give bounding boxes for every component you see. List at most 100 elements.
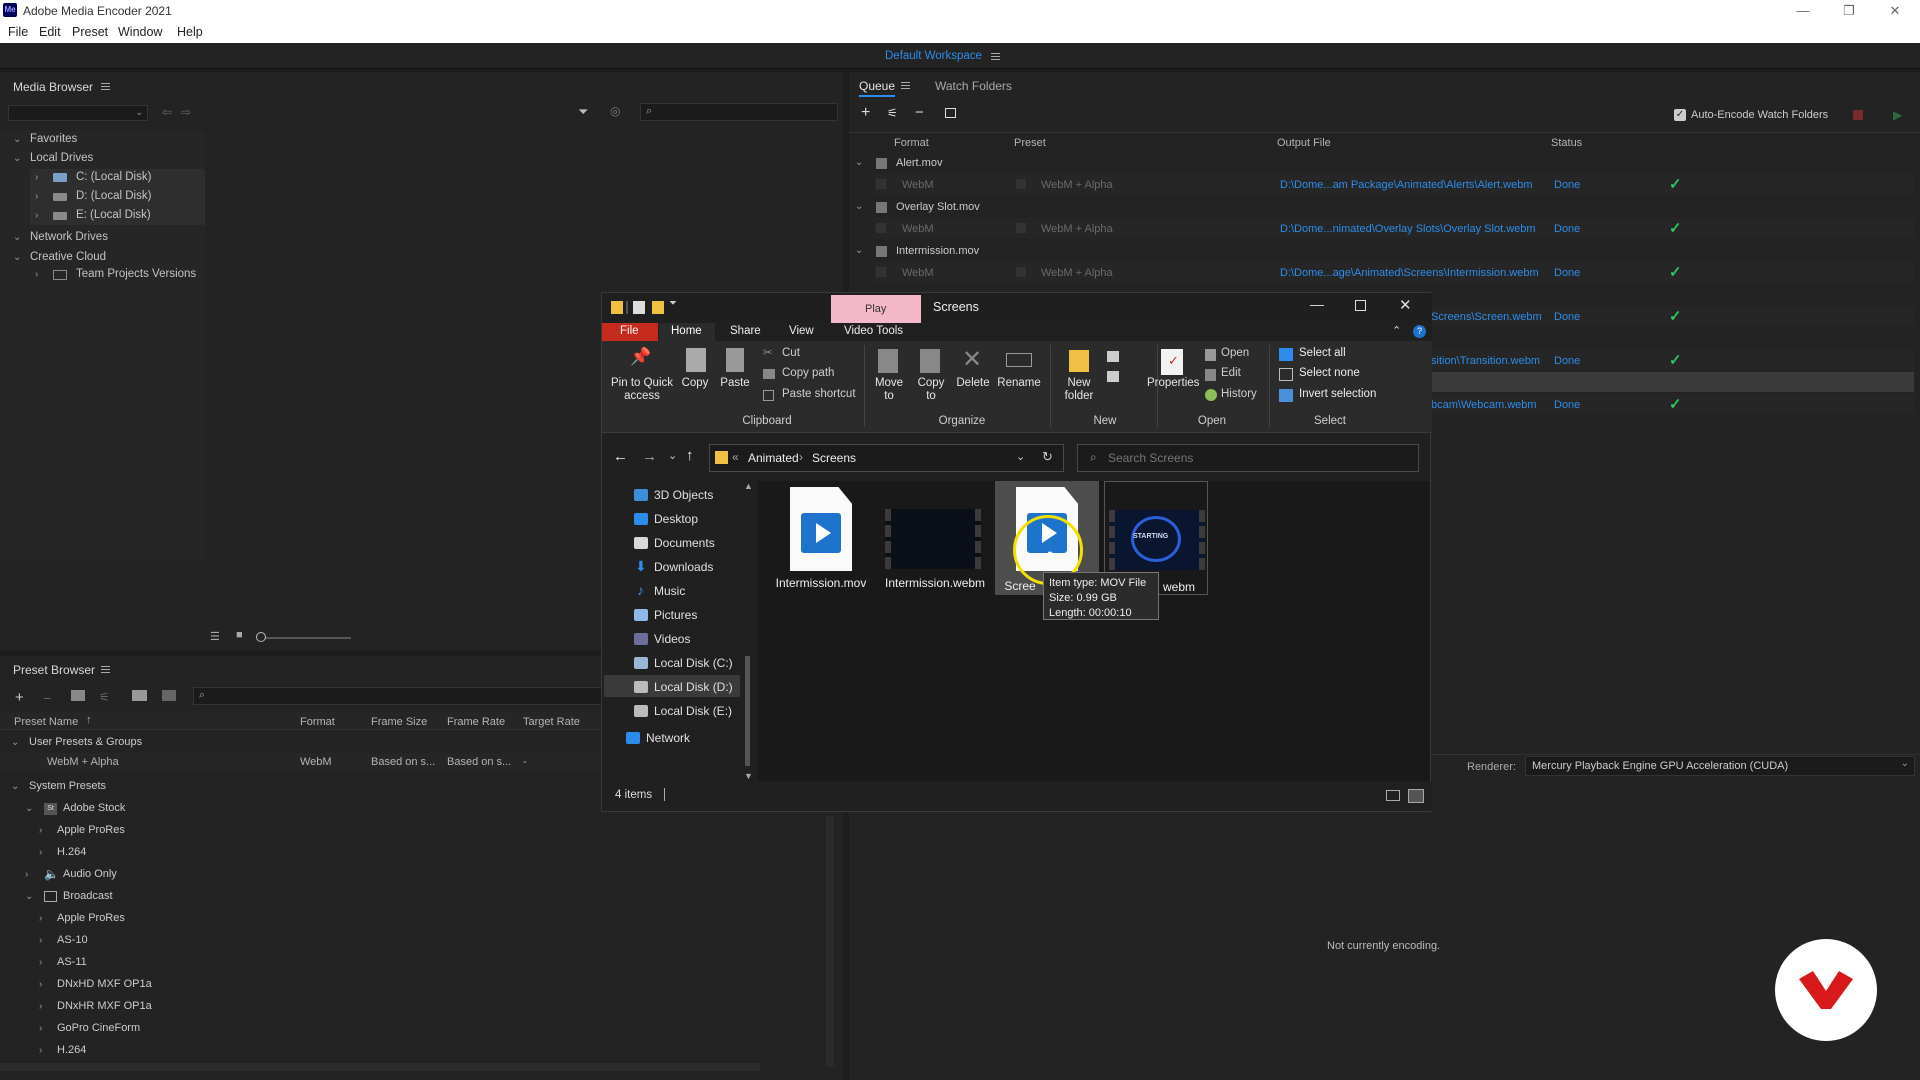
file-item[interactable]: Intermission.webm [885, 485, 985, 609]
nav-downloads[interactable]: Downloads [654, 560, 713, 574]
nav-scrollbar[interactable]: ▲ ▼ [742, 481, 754, 781]
chevron-icon[interactable]: ⌄ [13, 134, 21, 145]
horizontal-scrollbar[interactable] [0, 1063, 760, 1071]
new-item-icon[interactable] [1107, 351, 1119, 362]
workspace-label[interactable]: Default Workspace [885, 50, 982, 62]
queue-output-file[interactable]: sition\Transition.webm [1431, 355, 1540, 367]
properties-button[interactable]: Properties [1147, 377, 1199, 390]
paste-shortcut-button[interactable]: Paste shortcut [782, 388, 856, 400]
search-box[interactable]: ⌕ [1077, 444, 1419, 472]
menu-window[interactable]: Window [118, 25, 162, 39]
col-preset[interactable]: Preset [1014, 137, 1046, 149]
invert-selection-button[interactable]: Invert selection [1299, 388, 1376, 400]
queue-output-file[interactable]: Screens\Screen.webm [1431, 311, 1542, 323]
chevron-right-icon[interactable]: › [39, 935, 42, 946]
media-browser-location-dropdown[interactable]: ⌄ [8, 105, 148, 121]
queue-menu-icon[interactable] [901, 82, 910, 89]
col-frame-size[interactable]: Frame Size [371, 716, 427, 728]
add-preset-icon[interactable]: + [15, 689, 24, 706]
chevron-right-icon[interactable]: › [35, 191, 38, 202]
list-view-icon[interactable]: ☰ [210, 630, 220, 643]
help-icon[interactable]: ? [1413, 325, 1426, 338]
customize-qa-icon[interactable]: ⏷ [669, 298, 677, 309]
file-item[interactable]: Intermission.mov [775, 485, 869, 595]
queue-source-intermission[interactable]: Intermission.mov [896, 245, 979, 257]
copy-to-button[interactable]: Copy to [912, 377, 950, 403]
col-frame-rate[interactable]: Frame Rate [447, 716, 505, 728]
nav-local-disk-e[interactable]: Local Disk (E:) [654, 704, 732, 718]
preset-broadcast[interactable]: Broadcast [63, 890, 113, 902]
stop-queue-icon[interactable] [1853, 110, 1863, 120]
menu-help[interactable]: Help [177, 25, 203, 39]
search-input[interactable] [1108, 449, 1408, 467]
collapse-ribbon-icon[interactable]: ⌃ [1392, 324, 1401, 337]
address-bar[interactable]: « Animated › Screens ⌄ ↻ [709, 444, 1064, 472]
queue-source-overlay-slot[interactable]: Overlay Slot.mov [896, 201, 980, 213]
tree-team-projects[interactable]: Team Projects Versions [76, 268, 196, 280]
play-context-tab[interactable]: Play [831, 295, 921, 323]
auto-encode-checkbox[interactable]: ✓ [1674, 109, 1686, 121]
col-preset-name[interactable]: Preset Name [14, 716, 78, 728]
move-to-button[interactable]: Move to [870, 377, 908, 403]
chevron-right-icon[interactable]: › [35, 172, 38, 183]
queue-output-file[interactable]: D:\Dome...age\Animated\Screens\Intermiss… [1280, 267, 1539, 279]
breadcrumb-animated[interactable]: Animated [748, 451, 799, 465]
col-status[interactable]: Status [1551, 137, 1582, 149]
tree-creative-cloud[interactable]: Creative Cloud [30, 251, 106, 263]
icon-view-icon[interactable]: ■ [236, 629, 243, 641]
filter-icon[interactable]: ⏷ [578, 104, 588, 120]
chevron-right-icon[interactable]: › [39, 1045, 42, 1056]
new-folder-qa-icon[interactable] [652, 301, 664, 314]
chevron-right-icon[interactable]: › [39, 1023, 42, 1034]
queue-preset[interactable]: WebM + Alpha [1041, 223, 1113, 235]
view-toggle-icon[interactable]: ◎ [610, 104, 620, 118]
breadcrumb-screens[interactable]: Screens [812, 451, 856, 465]
preset-dnxhd[interactable]: DNxHD MXF OP1a [57, 978, 152, 990]
preset-browser-menu-icon[interactable] [101, 666, 110, 673]
cut-button[interactable]: Cut [782, 347, 800, 359]
workspace-menu-icon[interactable] [991, 53, 1000, 60]
chevron-right-icon[interactable]: › [35, 210, 38, 221]
nav-music[interactable]: Music [654, 584, 685, 598]
preset-dropdown-icon[interactable] [1016, 179, 1026, 189]
preset-as11[interactable]: AS-11 [57, 956, 87, 968]
chevron-right-icon[interactable]: › [39, 979, 42, 990]
nav-3d-objects[interactable]: 3D Objects [654, 488, 713, 502]
close-icon[interactable]: ✕ [1399, 296, 1412, 314]
chevron-down-icon[interactable]: ⌄ [855, 157, 863, 168]
restore-button[interactable]: ❐ [1826, 0, 1872, 22]
tab-file[interactable]: File [602, 323, 658, 341]
queue-output-file[interactable]: D:\Dome...am Package\Animated\Alerts\Ale… [1280, 179, 1532, 191]
user-preset-row[interactable]: WebM + Alpha WebM Based on s... Based on… [0, 753, 600, 771]
nav-videos[interactable]: Videos [654, 632, 690, 646]
col-output-file[interactable]: Output File [1277, 137, 1331, 149]
details-view-icon[interactable] [1386, 790, 1400, 801]
zoom-slider-handle[interactable] [256, 632, 266, 642]
address-dropdown-icon[interactable]: ⌄ [1016, 450, 1025, 463]
scroll-down-icon[interactable]: ▼ [744, 771, 753, 781]
chevron-down-icon[interactable]: ⌄ [25, 803, 33, 814]
preset-as10[interactable]: AS-10 [57, 934, 88, 946]
col-format[interactable]: Format [894, 137, 929, 149]
chevron-icon[interactable]: ⌄ [13, 232, 21, 243]
media-browser-menu-icon[interactable] [101, 83, 110, 90]
add-source-icon[interactable]: + [861, 104, 870, 122]
select-none-button[interactable]: Select none [1299, 367, 1360, 379]
new-group-icon[interactable] [71, 690, 85, 701]
copy-button[interactable]: Copy [678, 377, 712, 390]
renderer-dropdown[interactable]: Mercury Playback Engine GPU Acceleration… [1525, 756, 1915, 776]
media-search-input[interactable]: ⌕ [640, 103, 838, 121]
tree-drive-d[interactable]: D: (Local Disk) [76, 190, 151, 202]
close-button[interactable]: ✕ [1872, 0, 1918, 22]
tab-video-tools[interactable]: Video Tools [844, 325, 903, 337]
recent-locations-icon[interactable]: ⌄ [668, 449, 677, 462]
chevron-down-icon[interactable]: ⌄ [855, 201, 863, 212]
chevron-right-icon[interactable]: › [39, 957, 42, 968]
queue-preset[interactable]: WebM + Alpha [1041, 267, 1113, 279]
tab-view[interactable]: View [789, 325, 814, 337]
address-overflow[interactable]: « [732, 450, 739, 464]
scroll-up-icon[interactable]: ▲ [744, 481, 753, 491]
forward-arrow-icon[interactable]: → [642, 448, 657, 465]
pin-to-quick-access-button[interactable]: Pin to Quick access [606, 377, 678, 403]
copy-path-button[interactable]: Copy path [782, 367, 834, 379]
